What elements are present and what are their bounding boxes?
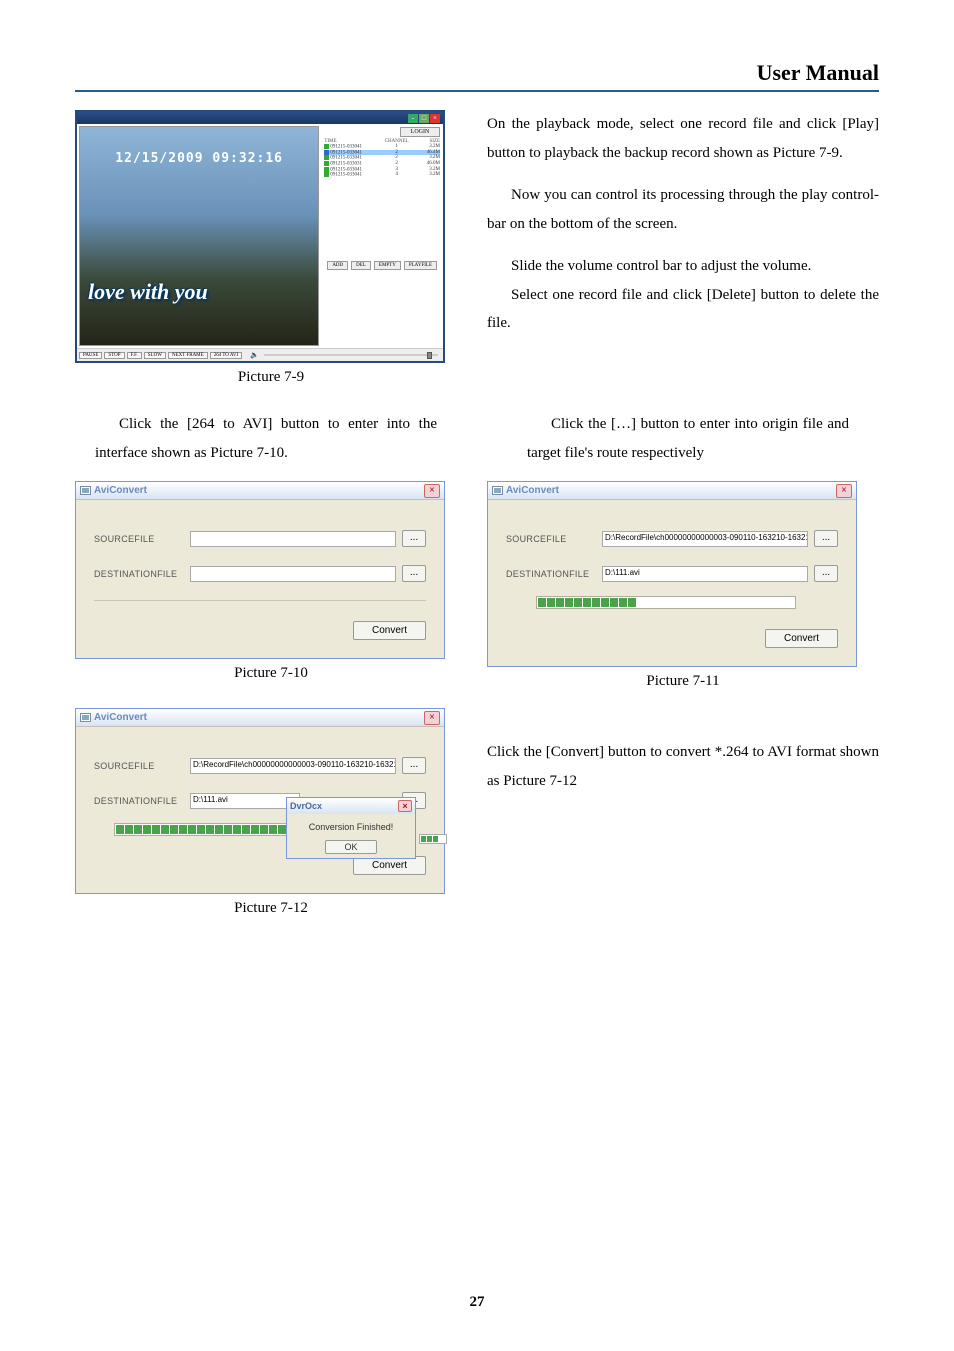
- browse-source-button[interactable]: ...: [402, 530, 426, 547]
- play-control-bar: PAUSE STOP F.F. SLOW NEXT FRAME 264 TO A…: [77, 348, 443, 361]
- browse-source-button[interactable]: ...: [814, 530, 838, 547]
- sourcefile-input[interactable]: D:\RecordFile\ch00000000000003-090110-16…: [602, 531, 808, 547]
- del-button[interactable]: DEL: [351, 261, 371, 270]
- sourcefile-input[interactable]: [190, 531, 396, 547]
- aviconvert-title: AviConvert: [94, 485, 147, 496]
- playfile-button[interactable]: PLAYFILE: [404, 261, 437, 270]
- convert-button[interactable]: Convert: [765, 629, 838, 648]
- destfile-label: DESTINATIONFILE: [94, 569, 184, 579]
- destfile-input[interactable]: D:\111.avi: [602, 566, 808, 582]
- minimize-icon[interactable]: -: [408, 114, 418, 123]
- sourcefile-label: SOURCEFILE: [94, 761, 184, 771]
- dvrocx-dialog: DvrOcx × Conversion Finished! OK: [286, 797, 416, 859]
- pause-button[interactable]: PAUSE: [79, 352, 102, 359]
- caption-7-12: Picture 7-12: [75, 900, 467, 917]
- caption-7-10: Picture 7-10: [75, 665, 467, 682]
- body-paragraph: Click the [264 to AVI] button to enter i…: [75, 410, 467, 467]
- page-header: User Manual: [75, 60, 879, 92]
- empty-button[interactable]: EMPTY: [374, 261, 401, 270]
- aviconvert-titlebar: AviConvert ×: [488, 482, 856, 500]
- playback-titlebar: - □ ×: [77, 112, 443, 124]
- destfile-input[interactable]: [190, 566, 396, 582]
- video-area: 12/15/2009 09:32:16 love with you: [79, 126, 319, 346]
- body-paragraph: Click the […] button to enter into origi…: [487, 410, 879, 467]
- add-button[interactable]: ADD: [327, 261, 348, 270]
- app-icon: [80, 713, 91, 722]
- app-icon: [80, 486, 91, 495]
- browse-source-button[interactable]: ...: [402, 757, 426, 774]
- volume-slider[interactable]: [264, 354, 438, 356]
- destfile-label: DESTINATIONFILE: [94, 796, 184, 806]
- mini-progress: [419, 834, 447, 844]
- sourcefile-input[interactable]: D:\RecordFile\ch00000000000003-090110-16…: [190, 758, 396, 774]
- app-icon: [492, 486, 503, 495]
- aviconvert-titlebar: AviConvert ×: [76, 709, 444, 727]
- destfile-label: DESTINATIONFILE: [506, 569, 596, 579]
- body-paragraph: Select one record file and click [Delete…: [487, 281, 879, 338]
- close-icon[interactable]: ×: [398, 800, 412, 812]
- aviconvert-title: AviConvert: [506, 485, 559, 496]
- playback-window: - □ × 12/15/2009 09:32:16 love with you …: [75, 110, 445, 363]
- playback-title-text: [80, 113, 82, 123]
- 264toavi-button[interactable]: 264 TO AVI: [210, 352, 242, 359]
- browse-dest-button[interactable]: ...: [814, 565, 838, 582]
- close-icon[interactable]: ×: [424, 484, 440, 498]
- slow-button[interactable]: SLOW: [144, 352, 166, 359]
- dvrocx-message: Conversion Finished!: [291, 822, 411, 832]
- destfile-input[interactable]: D:\111.avi: [190, 793, 300, 809]
- stop-button[interactable]: STOP: [104, 352, 124, 359]
- sourcefile-label: SOURCEFILE: [506, 534, 596, 544]
- aviconvert-titlebar: AviConvert ×: [76, 482, 444, 500]
- caption-7-9: Picture 7-9: [75, 369, 467, 386]
- close-icon[interactable]: ×: [430, 114, 440, 123]
- progress-bar: [536, 596, 796, 609]
- browse-dest-button[interactable]: ...: [402, 565, 426, 582]
- caption-7-11: Picture 7-11: [487, 673, 879, 690]
- close-icon[interactable]: ×: [424, 711, 440, 725]
- dvrocx-titlebar: DvrOcx ×: [287, 798, 415, 814]
- aviconvert-window: AviConvert × SOURCEFILE D:\RecordFile\ch…: [487, 481, 857, 667]
- volume-down-icon: 🔈: [250, 351, 259, 359]
- video-timestamp: 12/15/2009 09:32:16: [80, 151, 318, 166]
- maximize-icon[interactable]: □: [419, 114, 429, 123]
- dvrocx-title: DvrOcx: [290, 801, 322, 811]
- page-number: 27: [0, 1294, 954, 1311]
- header-title: User Manual: [757, 60, 879, 85]
- sourcefile-label: SOURCEFILE: [94, 534, 184, 544]
- ff-button[interactable]: F.F.: [127, 352, 142, 359]
- body-paragraph: Slide the volume control bar to adjust t…: [487, 252, 879, 281]
- aviconvert-window: AviConvert × SOURCEFILE D:\RecordFile\ch…: [75, 708, 445, 894]
- ok-button[interactable]: OK: [325, 840, 376, 854]
- aviconvert-title: AviConvert: [94, 712, 147, 723]
- video-watermark: love with you: [88, 279, 208, 305]
- file-list-panel: LOGIN TIME CHANNEL SIZE 091215-03304113.…: [321, 124, 443, 348]
- nextframe-button[interactable]: NEXT FRAME: [168, 352, 208, 359]
- body-paragraph: Now you can control its processing throu…: [487, 181, 879, 238]
- progress-bar: [114, 823, 304, 836]
- login-button[interactable]: LOGIN: [400, 127, 440, 137]
- list-item[interactable]: 091215-03304143.2M: [324, 172, 440, 178]
- convert-button[interactable]: Convert: [353, 621, 426, 640]
- aviconvert-window: AviConvert × SOURCEFILE ... DESTINATIONF…: [75, 481, 445, 659]
- close-icon[interactable]: ×: [836, 484, 852, 498]
- body-paragraph: On the playback mode, select one record …: [487, 110, 879, 167]
- body-paragraph: Click the [Convert] button to convert *.…: [487, 738, 879, 795]
